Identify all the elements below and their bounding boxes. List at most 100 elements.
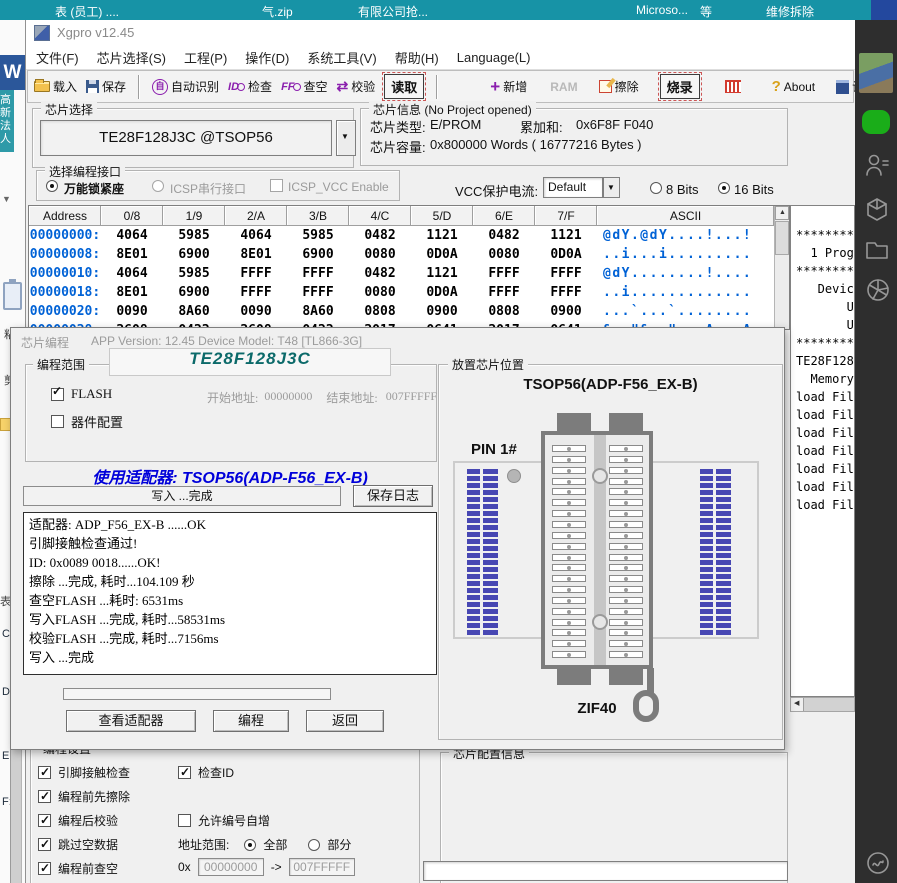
hex-cell[interactable]: 8A60 bbox=[287, 304, 349, 319]
checkbox[interactable] bbox=[38, 814, 51, 827]
toolbar-add-button[interactable]: +新增 bbox=[490, 78, 527, 95]
column-header[interactable]: 2/A bbox=[225, 206, 287, 226]
squiggle-tool-icon[interactable] bbox=[865, 850, 891, 876]
column-header[interactable]: 1/9 bbox=[163, 206, 225, 226]
taskbar-item[interactable]: 表 (员工) .... bbox=[55, 3, 119, 20]
grid-vertical-scrollbar[interactable] bbox=[774, 206, 789, 329]
checkbox-row[interactable]: 跳过空数据 bbox=[38, 832, 130, 856]
hex-cell[interactable]: FFFF bbox=[287, 285, 349, 300]
contacts-icon[interactable] bbox=[864, 152, 890, 180]
hex-cell[interactable]: 0D0A bbox=[411, 285, 473, 300]
hex-cell[interactable]: 6900 bbox=[287, 247, 349, 262]
checkbox[interactable] bbox=[38, 862, 51, 875]
hex-cell[interactable]: 6900 bbox=[163, 285, 225, 300]
toolbar-read-button[interactable]: 读取 bbox=[384, 74, 424, 99]
flash-option[interactable]: FLASH bbox=[51, 386, 112, 402]
hex-cell[interactable]: 5985 bbox=[163, 266, 225, 281]
column-header[interactable]: 6/E bbox=[473, 206, 535, 226]
hex-cell[interactable]: 1121 bbox=[411, 228, 473, 243]
menu-item[interactable]: Language(L) bbox=[457, 50, 531, 65]
hex-cell[interactable]: 0482 bbox=[349, 228, 411, 243]
hex-cell[interactable]: 4064 bbox=[225, 228, 287, 243]
chip-select-dropdown-button[interactable] bbox=[336, 120, 356, 156]
column-header[interactable]: 3/B bbox=[287, 206, 349, 226]
window-titlebar[interactable]: Xgpro v12.45 bbox=[26, 20, 855, 46]
save-log-button[interactable]: 保存日志 bbox=[353, 485, 433, 507]
hex-cell[interactable]: FFFF bbox=[473, 266, 535, 281]
vcc-current-combobox[interactable]: Default bbox=[543, 177, 603, 198]
menu-item[interactable]: 操作(D) bbox=[245, 48, 289, 67]
hex-cell[interactable]: FFFF bbox=[225, 266, 287, 281]
hex-cell[interactable]: FFFF bbox=[287, 266, 349, 281]
column-header[interactable]: Address bbox=[29, 206, 101, 226]
wechat-icon[interactable] bbox=[862, 110, 890, 134]
aperture-icon[interactable] bbox=[864, 276, 892, 304]
checkbox[interactable] bbox=[51, 415, 64, 428]
hex-cell[interactable]: FFFF bbox=[535, 285, 597, 300]
toolbar-pins-button[interactable] bbox=[725, 80, 741, 93]
hex-cell[interactable]: 6900 bbox=[163, 247, 225, 262]
checkbox-row[interactable]: 引脚接触检查 bbox=[38, 760, 130, 784]
hex-cell[interactable]: 0090 bbox=[101, 304, 163, 319]
range-all-radio[interactable] bbox=[244, 839, 256, 851]
hex-cell[interactable]: FFFF bbox=[225, 285, 287, 300]
hex-cell[interactable]: 0808 bbox=[473, 304, 535, 319]
taskbar-item[interactable]: 等 bbox=[700, 3, 712, 20]
hex-cell[interactable]: 0808 bbox=[349, 304, 411, 319]
menu-item[interactable]: 系统工具(V) bbox=[307, 48, 376, 67]
checkbox-row[interactable]: 编程前查空 bbox=[38, 856, 130, 880]
vcc-dropdown-button[interactable]: ▼ bbox=[603, 177, 620, 198]
back-button[interactable]: 返回 bbox=[306, 710, 384, 732]
checkbox[interactable] bbox=[178, 814, 191, 827]
hex-cell[interactable]: 0D0A bbox=[411, 247, 473, 262]
toolbar-about-button[interactable]: ?About bbox=[772, 78, 816, 95]
column-header[interactable]: 0/8 bbox=[101, 206, 163, 226]
menu-item[interactable]: 帮助(H) bbox=[395, 48, 439, 67]
view-adapter-button[interactable]: 查看适配器 bbox=[66, 710, 196, 732]
toolbar-load-button[interactable]: 载入 bbox=[34, 78, 77, 95]
menu-item[interactable]: 文件(F) bbox=[36, 48, 79, 67]
checkbox[interactable] bbox=[38, 766, 51, 779]
checkbox[interactable] bbox=[38, 838, 51, 851]
hex-cell[interactable]: 0D0A bbox=[535, 247, 597, 262]
scroll-left-button[interactable] bbox=[791, 698, 804, 711]
hex-cell[interactable]: 0482 bbox=[473, 228, 535, 243]
config-info-field[interactable] bbox=[423, 861, 788, 881]
serial-autoincrement-option[interactable]: 允许编号自增 bbox=[178, 812, 270, 829]
os-taskbar[interactable]: 表 (员工) ....气.zip有限公司抢...Microso...等维修拆除 bbox=[0, 0, 897, 20]
hex-cell[interactable]: 5985 bbox=[163, 228, 225, 243]
hex-cell[interactable]: 1121 bbox=[411, 266, 473, 281]
socket-radio[interactable] bbox=[46, 180, 58, 192]
hex-cell[interactable]: 0080 bbox=[473, 247, 535, 262]
panel-horizontal-scrollbar[interactable] bbox=[790, 697, 855, 712]
toolbar-verify-button[interactable]: ⇄校验 bbox=[337, 78, 376, 95]
checkbox-row[interactable]: 编程前先擦除 bbox=[38, 784, 130, 808]
column-header[interactable]: 5/D bbox=[411, 206, 473, 226]
hex-cell[interactable]: FFFF bbox=[473, 285, 535, 300]
toolbar-erase-button[interactable]: 擦除 bbox=[599, 78, 639, 95]
column-header[interactable]: 7/F bbox=[535, 206, 597, 226]
hex-cell[interactable]: 0080 bbox=[349, 247, 411, 262]
hex-cell[interactable]: 8E01 bbox=[225, 247, 287, 262]
taskbar-item[interactable]: 有限公司抢... bbox=[358, 3, 428, 20]
toolbar-blank-button[interactable]: FF查空 bbox=[281, 78, 327, 95]
photo-thumbnail[interactable] bbox=[859, 53, 893, 93]
toolbar-save-button[interactable]: 保存 bbox=[86, 78, 126, 95]
hex-data-grid[interactable]: Address0/81/92/A3/B4/C5/D6/E7/FASCII 000… bbox=[28, 205, 790, 330]
hex-cell[interactable]: 8E01 bbox=[101, 285, 163, 300]
taskbar-item[interactable]: 气.zip bbox=[262, 3, 293, 20]
hex-cell[interactable]: 0900 bbox=[535, 304, 597, 319]
menu-item[interactable]: 工程(P) bbox=[184, 48, 227, 67]
hex-cell[interactable]: 4064 bbox=[101, 228, 163, 243]
hex-cell[interactable]: 8A60 bbox=[163, 304, 225, 319]
folder-icon[interactable] bbox=[864, 238, 890, 262]
checkbox[interactable] bbox=[38, 790, 51, 803]
hex-cell[interactable]: 0090 bbox=[225, 304, 287, 319]
chip-select-combobox[interactable]: TE28F128J3C @TSOP56 bbox=[40, 120, 332, 156]
scroll-up-button[interactable] bbox=[775, 206, 789, 220]
device-config-option[interactable]: 器件配置 bbox=[51, 412, 123, 431]
column-header[interactable]: ASCII bbox=[597, 206, 774, 226]
hex-cell[interactable]: FFFF bbox=[535, 266, 597, 281]
menu-item[interactable]: 芯片选择(S) bbox=[97, 48, 166, 67]
taskbar-item[interactable]: Microso... bbox=[636, 3, 688, 17]
